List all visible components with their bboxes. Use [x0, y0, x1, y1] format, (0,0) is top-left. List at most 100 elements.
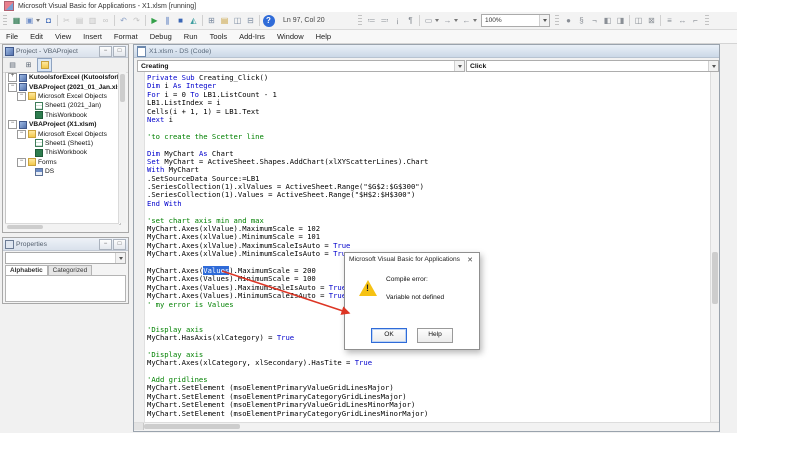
panel-minimize-button[interactable]: − — [99, 46, 112, 57]
tree-item-kutoolsforexcel-kutoolsforexcel-xla[interactable]: +KutoolsforExcel (KutoolsforExcel.xla — [6, 73, 120, 82]
copy-icon[interactable]: ▤ — [74, 15, 86, 27]
toggle-breakpoint-icon[interactable]: ● — [563, 15, 575, 27]
help-icon[interactable]: ? — [263, 15, 275, 27]
properties-window-icon[interactable]: ▤ — [219, 15, 231, 27]
properties-object-dropdown[interactable] — [5, 252, 126, 264]
menu-run[interactable]: Run — [178, 30, 204, 43]
scrollbar-thumb[interactable] — [120, 74, 125, 102]
next-bookmark-icon[interactable]: ◨ — [615, 15, 627, 27]
code-window-titlebar[interactable]: X1.xlsm - DS (Code) — [134, 45, 719, 58]
menu-window[interactable]: Window — [271, 30, 310, 43]
project-tree-hscrollbar[interactable] — [5, 223, 119, 230]
tree-item-sheet1-2021-jan[interactable]: Sheet1 (2021_Jan) — [6, 101, 120, 110]
object-dropdown[interactable]: Creating — [137, 60, 465, 72]
tree-item-sheet1-sheet1[interactable]: Sheet1 (Sheet1) — [6, 139, 120, 148]
panel-maximize-button[interactable]: □ — [113, 46, 126, 57]
collapse-icon[interactable]: − — [17, 130, 26, 139]
procedure-dropdown[interactable]: Click — [466, 60, 719, 72]
view-microsoft-excel-icon[interactable]: ▦ — [11, 15, 23, 27]
list-constants-icon[interactable]: ≕ — [379, 15, 391, 27]
complete-word-icon[interactable]: ▭ — [423, 15, 435, 27]
chevron-down-icon[interactable] — [539, 15, 549, 26]
menu-edit[interactable]: Edit — [24, 30, 49, 43]
undo-icon[interactable]: ↶ — [118, 15, 130, 27]
tab-alphabetic[interactable]: Alphabetic — [5, 265, 48, 275]
complete-word-dropdown-arrow-icon[interactable] — [435, 19, 439, 22]
tree-item-microsoft-excel-objects[interactable]: −Microsoft Excel Objects — [6, 92, 120, 101]
cut-icon[interactable]: ✂ — [61, 15, 73, 27]
scrollbar-thumb[interactable] — [144, 424, 240, 429]
redo-icon[interactable]: ↷ — [131, 15, 143, 27]
toolbar-drag-handle[interactable] — [705, 15, 709, 26]
collapse-icon[interactable]: − — [17, 158, 26, 167]
view-object-button[interactable]: ⊞ — [21, 58, 36, 72]
project-explorer-icon[interactable]: ⊞ — [206, 15, 218, 27]
menu-tools[interactable]: Tools — [204, 30, 234, 43]
previous-bookmark-icon[interactable]: ◫ — [633, 15, 645, 27]
menu-file[interactable]: File — [0, 30, 24, 43]
help-button[interactable]: Help — [417, 328, 453, 343]
tree-item-vbaproject-2021-01-jan-xls[interactable]: −VBAProject (2021_01_Jan.xls) — [6, 82, 120, 91]
chevron-down-icon[interactable] — [708, 61, 718, 71]
last-position-icon[interactable]: ↔ — [677, 15, 689, 27]
tree-item-thisworkbook[interactable]: ThisWorkbook — [6, 148, 120, 157]
scrollbar-thumb[interactable] — [7, 225, 43, 229]
toolbar-drag-handle[interactable] — [3, 15, 7, 26]
tree-item-thisworkbook[interactable]: ThisWorkbook — [6, 111, 120, 120]
toggle-folders-button[interactable] — [37, 58, 52, 72]
panel-minimize-button[interactable]: − — [99, 239, 112, 250]
tree-item-forms[interactable]: −Forms — [6, 158, 120, 167]
tree-item-vbaproject-x1-xlsm[interactable]: −VBAProject (X1.xlsm) — [6, 120, 120, 129]
view-code-button[interactable]: ▤ — [5, 58, 20, 72]
parameter-info-icon[interactable]: ¶ — [405, 15, 417, 27]
list-properties-methods-icon[interactable]: ≔ — [366, 15, 378, 27]
project-tree-vscrollbar[interactable] — [118, 72, 126, 223]
insert-userform-dropdown-arrow-icon[interactable] — [36, 19, 40, 22]
code-hscrollbar[interactable] — [134, 422, 719, 431]
menu-view[interactable]: View — [49, 30, 77, 43]
close-icon[interactable]: ✕ — [465, 256, 475, 264]
project-panel-titlebar[interactable]: Project - VBAProject − □ — [3, 45, 128, 58]
find-icon[interactable]: ∞ — [100, 15, 112, 27]
scrollbar-thumb[interactable] — [712, 252, 718, 304]
expand-icon[interactable]: + — [8, 73, 17, 82]
menu-debug[interactable]: Debug — [144, 30, 178, 43]
indent-dropdown-arrow-icon[interactable] — [454, 19, 458, 22]
view-definition-icon[interactable]: ≡ — [664, 15, 676, 27]
properties-list[interactable] — [5, 275, 126, 302]
properties-panel-titlebar[interactable]: Properties − □ — [3, 238, 128, 251]
menu-add-ins[interactable]: Add-Ins — [233, 30, 271, 43]
object-browser-icon[interactable]: ◫ — [232, 15, 244, 27]
panel-maximize-button[interactable]: □ — [113, 239, 126, 250]
clear-all-bookmarks-icon[interactable]: ⊠ — [646, 15, 658, 27]
tree-item-microsoft-excel-objects[interactable]: −Microsoft Excel Objects — [6, 129, 120, 138]
ok-button[interactable]: OK — [371, 328, 407, 343]
comment-block-icon[interactable]: § — [576, 15, 588, 27]
toggle-bookmark-icon[interactable]: ◧ — [602, 15, 614, 27]
quick-info-icon[interactable]: ¡ — [392, 15, 404, 27]
zoom-combo[interactable]: 100% — [481, 14, 550, 27]
menu-insert[interactable]: Insert — [77, 30, 108, 43]
run-icon[interactable]: ▶ — [149, 15, 161, 27]
collapse-icon[interactable]: − — [8, 120, 17, 129]
code-vscrollbar[interactable] — [710, 72, 719, 424]
bracket-match-icon[interactable]: ⌐ — [690, 15, 702, 27]
toolbox-icon[interactable]: ⊟ — [245, 15, 257, 27]
menu-format[interactable]: Format — [108, 30, 144, 43]
outdent-dropdown-arrow-icon[interactable] — [473, 19, 477, 22]
tab-categorized[interactable]: Categorized — [48, 265, 92, 275]
insert-userform-icon[interactable]: ▣ — [24, 15, 36, 27]
paste-icon[interactable]: ▥ — [87, 15, 99, 27]
break-icon[interactable]: ∥ — [162, 15, 174, 27]
tree-item-ds[interactable]: DS — [6, 167, 120, 176]
collapse-icon[interactable]: − — [17, 92, 26, 101]
collapse-icon[interactable]: − — [8, 83, 17, 92]
code-editor[interactable]: Private Sub Creating_Click()Dim i As Int… — [134, 72, 719, 424]
splitter-box[interactable] — [134, 423, 144, 430]
outdent-icon[interactable]: ← — [461, 15, 473, 27]
indent-icon[interactable]: → — [442, 15, 454, 27]
design-mode-icon[interactable]: ◭ — [188, 15, 200, 27]
toolbar-drag-handle[interactable] — [358, 15, 362, 26]
uncomment-block-icon[interactable]: ¬ — [589, 15, 601, 27]
reset-icon[interactable]: ■ — [175, 15, 187, 27]
